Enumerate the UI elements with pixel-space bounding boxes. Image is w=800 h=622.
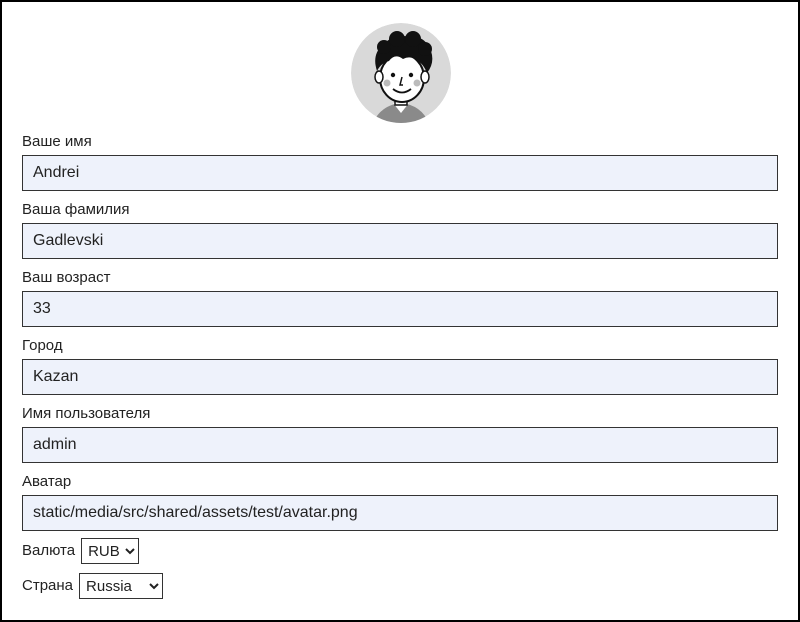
- currency-row: Валюта RUB: [22, 538, 140, 564]
- country-label: Страна: [22, 577, 74, 594]
- avatar-field: Аватар: [22, 473, 778, 531]
- country-select[interactable]: Russia: [79, 573, 164, 599]
- last-name-input[interactable]: [22, 223, 778, 259]
- currency-label: Валюта: [22, 542, 76, 559]
- currency-select[interactable]: RUB: [81, 538, 140, 564]
- age-field: Ваш возраст: [22, 269, 778, 327]
- country-row: Страна Russia: [22, 573, 164, 599]
- city-label: Город: [22, 337, 63, 354]
- avatar-label: Аватар: [22, 473, 72, 490]
- first-name-input[interactable]: [22, 155, 778, 191]
- avatar-input[interactable]: [22, 495, 778, 531]
- city-field: Город: [22, 337, 778, 395]
- first-name-label: Ваше имя: [22, 133, 92, 150]
- first-name-field: Ваше имя: [22, 133, 778, 191]
- profile-card: Ваше имя Ваша фамилия Ваш возраст Город …: [2, 2, 798, 620]
- username-input[interactable]: [22, 427, 778, 463]
- last-name-field: Ваша фамилия: [22, 201, 778, 259]
- age-label: Ваш возраст: [22, 269, 111, 286]
- age-input[interactable]: [22, 291, 778, 327]
- last-name-label: Ваша фамилия: [22, 201, 130, 218]
- avatar-image: [351, 23, 451, 123]
- avatar: [351, 23, 451, 123]
- city-input[interactable]: [22, 359, 778, 395]
- username-field: Имя пользователя: [22, 405, 778, 463]
- username-label: Имя пользователя: [22, 405, 151, 422]
